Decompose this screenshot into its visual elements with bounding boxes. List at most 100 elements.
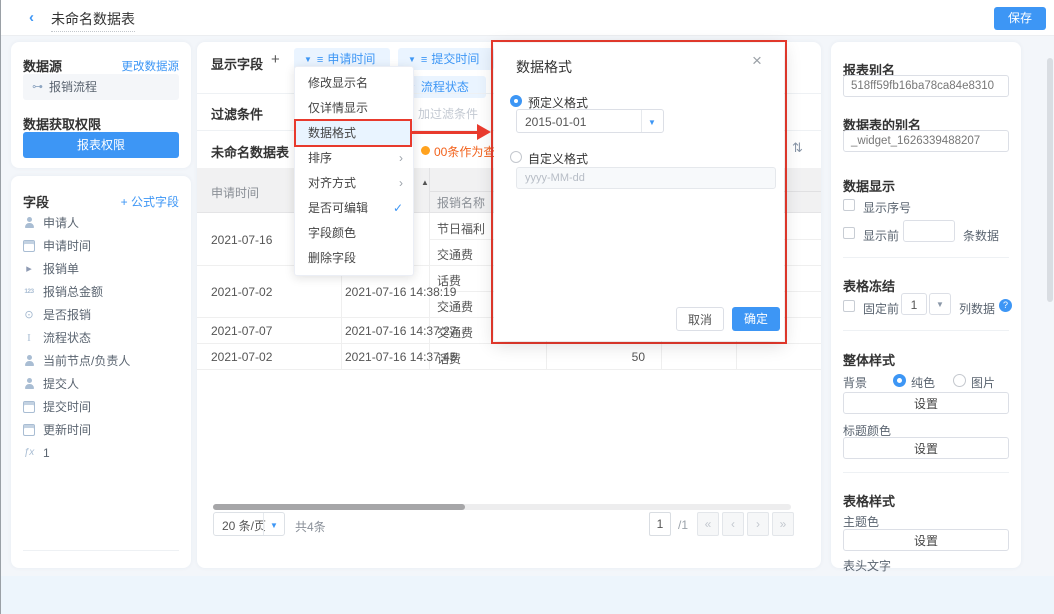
cell-apply-date[interactable]: 2021-07-02 [211,285,272,299]
row-limit-input[interactable] [903,220,955,242]
cell-expense-name[interactable]: 交通费 [437,298,473,315]
field-item[interactable]: ⊙ 是否报销 [11,304,191,327]
custom-format-input[interactable]: yyyy-MM-dd [516,167,776,189]
menu-item-detail-only[interactable]: 仅详情显示 [295,96,413,121]
back-icon[interactable]: ‹ [29,9,34,26]
freeze-count-select[interactable]: 1 [901,293,927,315]
theme-color-set-button[interactable]: 设置 [843,529,1009,551]
solid-color-radio[interactable] [893,374,906,387]
table-name-label: 未命名数据表 [211,142,289,161]
show-first-checkbox[interactable] [843,227,855,239]
calendar-icon [23,240,35,252]
vertical-scrollbar[interactable] [1047,58,1053,302]
field-item[interactable]: 更新时间 [11,419,191,442]
cell-expense-name[interactable]: 交通费 [437,324,473,341]
sort-ascending-icon[interactable]: ▲ [421,178,429,187]
menu-item-align[interactable]: 对齐方式› [295,171,413,196]
prev-page-button[interactable]: ‹ [722,512,744,536]
menu-item-editable[interactable]: 是否可编辑✓ [295,196,413,221]
format-select[interactable]: 2015-01-01 ▼ [516,109,664,133]
datasource-title: 数据源 [23,56,62,75]
user-icon [23,217,35,229]
table-style-title: 表格样式 [843,491,895,510]
next-page-button[interactable]: › [747,512,769,536]
chevron-down-icon[interactable]: ▼ [270,521,278,530]
menu-item-rename[interactable]: 修改显示名 [295,71,413,96]
show-index-label: 显示序号 [863,199,911,216]
field-item[interactable]: ƒx 1 [11,442,191,465]
field-item[interactable]: I 流程状态 [11,327,191,350]
title-color-set-button[interactable]: 设置 [843,437,1009,459]
field-item[interactable]: 123 报销总金额 [11,281,191,304]
cell-expense-name[interactable]: 话费 [437,272,461,289]
chevron-down-icon[interactable]: ▼ [929,293,951,315]
cell-apply-date[interactable]: 2021-07-02 [211,350,272,364]
cell-expense-name[interactable]: 话费 [437,350,461,367]
divider [843,330,1009,331]
help-icon[interactable]: ? [999,299,1012,312]
custom-format-placeholder: yyyy-MM-dd [525,172,585,184]
bg-color-set-button[interactable]: 设置 [843,392,1009,414]
first-page-button[interactable]: « [697,512,719,536]
field-item[interactable]: 提交时间 [11,396,191,419]
tag-label: 申请时间 [327,52,375,66]
column-header-expense-name[interactable]: 报销名称 [437,194,485,211]
add-filter-hint[interactable]: 加过滤条件 [418,105,478,122]
rows-suffix-label: 条数据 [963,227,999,244]
predefined-format-radio[interactable] [510,95,522,107]
datasource-item[interactable]: ⊶ 报销流程 [23,74,179,100]
total-pages-label: /1 [678,518,688,532]
chevron-down-icon[interactable]: ▼ [304,55,312,64]
cell-expense-name[interactable]: 交通费 [437,246,473,263]
add-formula-field-link[interactable]: + 公式字段 [121,193,179,210]
field-item[interactable]: 申请人 [11,212,191,235]
cell-apply-date[interactable]: 2021-07-16 [211,233,272,247]
tag-label: 流程状态 [421,80,469,94]
horizontal-scrollbar[interactable] [213,504,791,510]
number-icon: 123 [23,286,35,298]
menu-item-data-format[interactable]: 数据格式 [295,121,413,146]
page-title[interactable]: 未命名数据表 [51,9,135,32]
theme-color-label: 主题色 [843,513,879,530]
table-alias-input[interactable]: _widget_1626339488207 [843,130,1009,152]
field-item[interactable]: 提交人 [11,373,191,396]
add-field-icon[interactable]: + [271,51,280,68]
current-page-input[interactable]: 1 [649,512,671,536]
cell-apply-date[interactable]: 2021-07-07 [211,324,272,338]
field-item[interactable]: 申请时间 [11,235,191,258]
last-page-button[interactable]: » [772,512,794,536]
report-permission-button[interactable]: 报表权限 [23,132,179,158]
custom-format-radio[interactable] [510,151,522,163]
cancel-button[interactable]: 取消 [676,307,724,331]
horizontal-scrollbar-thumb[interactable] [213,504,465,510]
column-header-apply-time[interactable]: 申请时间 [211,184,259,201]
cell-expense-name[interactable]: 节日福利 [437,220,485,237]
close-icon[interactable]: × [752,51,762,71]
image-bg-radio[interactable] [953,374,966,387]
data-format-modal: 数据格式 × 预定义格式 2015-01-01 ▼ 自定义格式 yyyy-MM-… [494,43,784,341]
menu-item-delete-field[interactable]: 删除字段 [295,246,413,271]
freeze-checkbox[interactable] [843,300,855,312]
header-text-label: 表头文字 [843,557,891,574]
change-datasource-link[interactable]: 更改数据源 [122,58,180,74]
caret-right-icon[interactable]: ▸ [23,263,35,275]
report-alias-input[interactable]: 518ff59fb16ba78ca84e8310 [843,75,1009,97]
annotation-modal-frame: 数据格式 × 预定义格式 2015-01-01 ▼ 自定义格式 yyyy-MM-… [491,40,787,344]
chevron-down-icon[interactable]: ▼ [408,55,416,64]
field-label: 1 [43,442,50,465]
page-size-select[interactable]: 20 条/页 ▼ [213,512,285,536]
field-item[interactable]: ▸ 报销单 [11,258,191,281]
modal-title: 数据格式 [516,57,572,77]
menu-item-sort[interactable]: 排序› [295,146,413,171]
show-index-checkbox[interactable] [843,199,855,211]
chevron-down-icon[interactable]: ▼ [648,118,656,127]
sort-order-icon[interactable]: ⇅ [792,140,803,156]
cell-expense-amount[interactable]: 50 [546,350,653,364]
custom-format-label[interactable]: 自定义格式 [528,150,588,167]
menu-item-field-color[interactable]: 字段颜色 [295,221,413,246]
confirm-button[interactable]: 确定 [732,307,780,331]
field-item[interactable]: 当前节点/负责人 [11,350,191,373]
image-bg-label[interactable]: 图片 [971,374,995,391]
save-button[interactable]: 保存 [994,7,1046,30]
solid-color-label[interactable]: 纯色 [911,374,935,391]
